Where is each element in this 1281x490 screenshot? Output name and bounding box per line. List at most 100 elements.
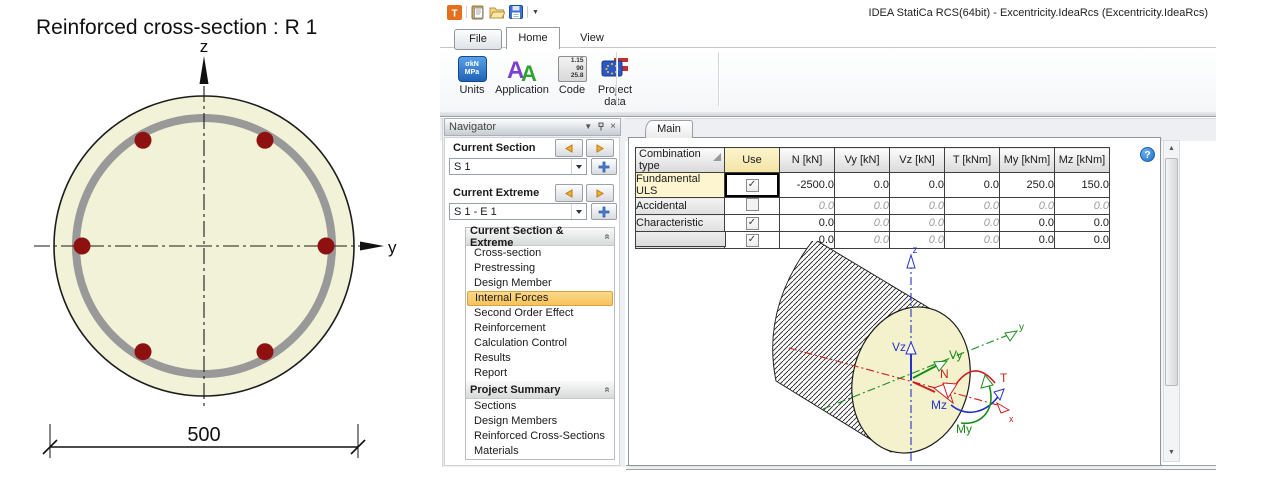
dropdown-caret-icon[interactable]	[571, 204, 586, 219]
nav-item-report[interactable]: Report	[466, 366, 614, 381]
help-icon[interactable]: ?	[1140, 147, 1155, 162]
rebar	[257, 343, 274, 360]
collapse-chevron-icon[interactable]: «	[602, 387, 613, 393]
scrollbar-thumb[interactable]	[1165, 158, 1178, 386]
value-cell[interactable]: 0.0	[780, 215, 835, 232]
pin-icon[interactable]	[597, 122, 605, 133]
nav-item-second-order-effect[interactable]: Second Order Effect	[466, 306, 614, 321]
nav-item-prestressing[interactable]: Prestressing	[466, 261, 614, 276]
save-icon[interactable]	[509, 5, 523, 19]
value-cell[interactable]: -2500.0	[780, 173, 835, 198]
column-header-use[interactable]: Use	[725, 148, 780, 173]
vz-label: Vz	[892, 340, 906, 354]
current-extreme-select[interactable]: S 1 - E 1	[449, 203, 587, 220]
close-icon[interactable]: ×	[610, 123, 616, 131]
checkbox-checked[interactable]: ✓	[746, 217, 759, 230]
next-extreme-button[interactable]	[586, 184, 614, 202]
add-section-button[interactable]	[591, 158, 617, 175]
combination-type-cell[interactable]: Accidental	[636, 198, 725, 215]
z-axis-arrow	[907, 255, 915, 268]
value-cell[interactable]: 0.0	[890, 198, 945, 215]
vertical-scrollbar[interactable]: ▲ ▼	[1163, 140, 1180, 462]
current-extreme-value: S 1 - E 1	[450, 206, 571, 218]
z-label: z	[913, 245, 918, 256]
value-cell[interactable]: 0.0	[1000, 198, 1055, 215]
value-cell[interactable]: 150.0	[1055, 173, 1110, 198]
checkbox-checked[interactable]: ✓	[746, 234, 759, 247]
tab-view[interactable]: View	[568, 29, 616, 48]
value-cell[interactable]: 0.0	[1055, 198, 1110, 215]
column-header-t[interactable]: T [kNm]	[945, 148, 1000, 173]
nav-group-title: Current Section & Extreme	[470, 225, 604, 249]
units-button[interactable]: σkN MPa Units	[452, 52, 492, 96]
scroll-up-icon[interactable]: ▲	[1164, 141, 1179, 157]
combination-type-cell[interactable]: Characteristic	[636, 215, 725, 232]
value-cell[interactable]: 0.0	[1000, 215, 1055, 232]
toolbar-separator	[527, 6, 528, 18]
add-extreme-button[interactable]	[591, 203, 617, 220]
value-cell[interactable]: 0.0	[945, 198, 1000, 215]
next-section-button[interactable]	[586, 139, 614, 157]
nav-item-design-member[interactable]: Design Member	[466, 276, 614, 291]
extreme-nav-arrows	[555, 184, 614, 202]
nav-item-internal-forces[interactable]: Internal Forces	[467, 291, 613, 306]
column-header-vy[interactable]: Vy [kN]	[835, 148, 890, 173]
combination-type-cell[interactable]: Fundamental ULS	[636, 173, 725, 198]
plus-icon	[598, 161, 610, 173]
mz-arrowhead	[994, 389, 1004, 400]
value-cell[interactable]: 0.0	[890, 173, 945, 198]
open-folder-icon[interactable]	[489, 5, 505, 19]
tab-home[interactable]: Home	[506, 27, 560, 49]
value-cell[interactable]: 250.0	[1000, 173, 1055, 198]
value-cell[interactable]: 0.0	[835, 173, 890, 198]
value-cell[interactable]: 0.0	[780, 198, 835, 215]
column-header-combination-type[interactable]: Combination type	[636, 148, 725, 173]
nav-item-reinforced-cross-sections[interactable]: Reinforced Cross-Sections	[466, 429, 614, 444]
previous-extreme-button[interactable]	[555, 184, 583, 202]
current-section-value: S 1	[450, 161, 571, 173]
window-title: IDEA StatiCa RCS(64bit) - Excentricity.I…	[740, 7, 1208, 19]
dropdown-caret-icon[interactable]	[571, 159, 586, 174]
nav-item-results[interactable]: Results	[466, 351, 614, 366]
plus-icon	[598, 206, 610, 218]
column-header-mz[interactable]: Mz [kNm]	[1055, 148, 1110, 173]
y-axis-arrow	[1005, 331, 1017, 341]
toolbar-separator	[466, 6, 467, 18]
value-cell[interactable]: 0.0	[1055, 232, 1110, 249]
navigator-body: Current Section S 1 Current Extreme	[444, 137, 620, 466]
value-cell[interactable]: 0.0	[890, 215, 945, 232]
project-data-button[interactable]: Project data	[592, 52, 638, 108]
tab-main[interactable]: Main	[645, 120, 693, 138]
column-header-vz[interactable]: Vz [kN]	[890, 148, 945, 173]
idea-logo-icon[interactable]: T	[447, 5, 462, 20]
value-cell[interactable]: 0.0	[1055, 215, 1110, 232]
nav-item-calculation-control[interactable]: Calculation Control	[466, 336, 614, 351]
nav-group-header[interactable]: Project Summary«	[466, 381, 614, 399]
value-cell[interactable]: 0.0	[835, 198, 890, 215]
nav-group-header[interactable]: Current Section & Extreme«	[466, 228, 614, 246]
value-cell[interactable]: 0.0	[945, 215, 1000, 232]
code-button[interactable]: 1.15 90 25.8 Code	[552, 52, 592, 96]
value-cell[interactable]: 0.0	[945, 173, 1000, 198]
nav-item-reinforcement[interactable]: Reinforcement	[466, 321, 614, 336]
tab-file[interactable]: File	[454, 29, 502, 50]
nav-item-design-members[interactable]: Design Members	[466, 414, 614, 429]
checkbox-unchecked[interactable]	[746, 198, 759, 211]
previous-section-button[interactable]	[555, 139, 583, 157]
scroll-down-icon[interactable]: ▼	[1164, 445, 1179, 461]
checkbox-checked[interactable]: ✓	[746, 179, 759, 192]
qat-dropdown-icon[interactable]: ▼	[532, 9, 539, 16]
units-icon: σkN MPa	[458, 56, 487, 82]
collapse-chevron-icon[interactable]: «	[602, 234, 613, 240]
my-label: My	[956, 422, 972, 436]
table-row: Accidental0.00.00.00.00.00.0	[636, 198, 1110, 215]
value-cell[interactable]: 0.0	[835, 215, 890, 232]
column-header-n[interactable]: N [kN]	[780, 148, 835, 173]
application-button[interactable]: A A Application	[494, 52, 550, 96]
nav-item-sections[interactable]: Sections	[466, 399, 614, 414]
column-header-my[interactable]: My [kNm]	[1000, 148, 1055, 173]
nav-item-materials[interactable]: Materials	[466, 444, 614, 459]
panel-menu-icon[interactable]: ▼	[584, 123, 592, 131]
paste-icon[interactable]	[471, 5, 485, 20]
current-section-select[interactable]: S 1	[449, 158, 587, 175]
